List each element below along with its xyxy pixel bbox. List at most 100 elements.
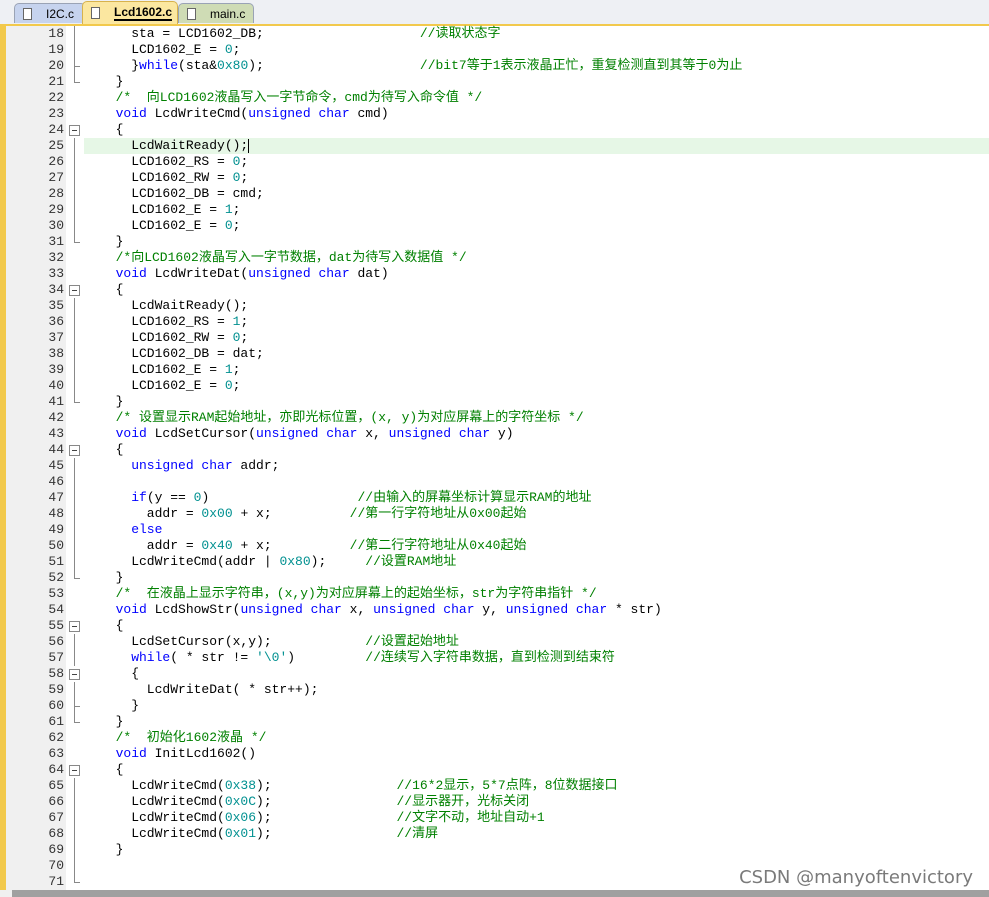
line-number: 61 bbox=[48, 714, 64, 729]
code-token: ); bbox=[256, 826, 397, 841]
line-number: 71 bbox=[48, 874, 64, 889]
code-line[interactable]: 35 LcdWaitReady(); bbox=[6, 298, 989, 314]
keyword: if bbox=[100, 490, 147, 505]
code-line[interactable]: 59 LcdWriteDat( * str++); bbox=[6, 682, 989, 698]
code-token: } bbox=[100, 698, 140, 713]
code-line[interactable]: 54 void LcdShowStr(unsigned char x, unsi… bbox=[6, 602, 989, 618]
fold-guide bbox=[68, 602, 80, 618]
collapse-icon[interactable] bbox=[68, 282, 80, 298]
code-line[interactable]: 69 } bbox=[6, 842, 989, 858]
code-text: sta = LCD1602_DB; //读取状态字 bbox=[84, 26, 989, 42]
code-line[interactable]: 47 if(y == 0) //由输入的屏幕坐标计算显示RAM的地址 bbox=[6, 490, 989, 506]
code-line[interactable]: 32 /*向LCD1602液晶写入一字节数据，dat为待写入数据值 */ bbox=[6, 250, 989, 266]
code-text: LcdWaitReady(); bbox=[84, 298, 989, 314]
line-number: 28 bbox=[48, 186, 64, 201]
code-line[interactable]: 56 LcdSetCursor(x,y); //设置起始地址 bbox=[6, 634, 989, 650]
fold-guide bbox=[68, 730, 80, 746]
code-line[interactable]: 22 /* 向LCD1602液晶写入一字节命令，cmd为待写入命令值 */ bbox=[6, 90, 989, 106]
code-line[interactable]: 37 LCD1602_RW = 0; bbox=[6, 330, 989, 346]
fold-guide bbox=[68, 650, 80, 666]
code-line[interactable]: 68 LcdWriteCmd(0x01); //清屏 bbox=[6, 826, 989, 842]
collapse-icon[interactable] bbox=[68, 666, 80, 682]
horizontal-scrollbar[interactable] bbox=[0, 890, 989, 897]
code-line[interactable]: 42 /* 设置显示RAM起始地址，亦即光标位置，(x, y)为对应屏幕上的字符… bbox=[6, 410, 989, 426]
code-line[interactable]: 52 } bbox=[6, 570, 989, 586]
fold-guide bbox=[68, 362, 80, 378]
code-line[interactable]: 66 LcdWriteCmd(0x0C); //显示器开，光标关闭 bbox=[6, 794, 989, 810]
code-line[interactable]: 65 LcdWriteCmd(0x38); //16*2显示，5*7点阵，8位数… bbox=[6, 778, 989, 794]
tab-lcd1602-c[interactable]: Lcd1602.c bbox=[82, 1, 178, 24]
code-line[interactable]: 43 void LcdSetCursor(unsigned char x, un… bbox=[6, 426, 989, 442]
collapse-icon[interactable] bbox=[68, 122, 80, 138]
code-line[interactable]: 34 { bbox=[6, 282, 989, 298]
scroll-left-button[interactable] bbox=[0, 890, 12, 897]
code-text: void LcdSetCursor(unsigned char x, unsig… bbox=[84, 426, 989, 442]
code-line[interactable]: 46 bbox=[6, 474, 989, 490]
fold-guide bbox=[68, 474, 80, 490]
code-line[interactable]: 51 LcdWriteCmd(addr | 0x80); //设置RAM地址 bbox=[6, 554, 989, 570]
code-line[interactable]: 63 void InitLcd1602() bbox=[6, 746, 989, 762]
code-line[interactable]: 31 } bbox=[6, 234, 989, 250]
code-line[interactable]: 58 { bbox=[6, 666, 989, 682]
line-number: 35 bbox=[48, 298, 64, 313]
code-line[interactable]: 45 unsigned char addr; bbox=[6, 458, 989, 474]
code-token: addr = bbox=[100, 506, 202, 521]
code-token: LCD1602_DB = cmd; bbox=[100, 186, 264, 201]
code-line[interactable]: 62 /* 初始化1602液晶 */ bbox=[6, 730, 989, 746]
code-text: } bbox=[84, 698, 989, 714]
code-token: LCD1602_DB = dat; bbox=[100, 346, 264, 361]
code-line[interactable]: 67 LcdWriteCmd(0x06); //文字不动，地址自动+1 bbox=[6, 810, 989, 826]
code-line[interactable]: 48 addr = 0x00 + x; //第一行字符地址从0x00起始 bbox=[6, 506, 989, 522]
number-literal: 1 bbox=[224, 202, 233, 217]
code-line[interactable]: 19 LCD1602_E = 0; bbox=[6, 42, 989, 58]
code-line[interactable]: 61 } bbox=[6, 714, 989, 730]
file-icon bbox=[187, 7, 196, 20]
code-line[interactable]: 36 LCD1602_RS = 1; bbox=[6, 314, 989, 330]
code-line[interactable]: 28 LCD1602_DB = cmd; bbox=[6, 186, 989, 202]
code-editor[interactable]: 18 sta = LCD1602_DB; //读取状态字 19 LCD1602_E… bbox=[0, 26, 989, 890]
code-line[interactable]: 44 { bbox=[6, 442, 989, 458]
code-text: }while(sta&0x80); //bit7等于1表示液晶正忙，重复检测直到… bbox=[84, 58, 989, 74]
tab-main-c[interactable]: main.c bbox=[178, 3, 254, 23]
fold-guide bbox=[68, 202, 80, 218]
code-line[interactable]: 27 LCD1602_RW = 0; bbox=[6, 170, 989, 186]
code-line[interactable]: 21 } bbox=[6, 74, 989, 90]
code-line[interactable]: 30 LCD1602_E = 0; bbox=[6, 218, 989, 234]
code-line[interactable]: 25 LcdWaitReady(); bbox=[6, 138, 989, 154]
tab-i2c-c[interactable]: I2C.c bbox=[14, 3, 86, 23]
code-line[interactable]: 64 { bbox=[6, 762, 989, 778]
code-line[interactable]: 39 LCD1602_E = 1; bbox=[6, 362, 989, 378]
collapse-icon[interactable] bbox=[68, 762, 80, 778]
keyword: void bbox=[100, 746, 147, 761]
fold-guide bbox=[68, 810, 80, 826]
code-line[interactable]: 50 addr = 0x40 + x; //第二行字符地址从0x40起始 bbox=[6, 538, 989, 554]
code-line[interactable]: 49 else bbox=[6, 522, 989, 538]
code-line[interactable]: 26 LCD1602_RS = 0; bbox=[6, 154, 989, 170]
code-line[interactable]: 33 void LcdWriteDat(unsigned char dat) bbox=[6, 266, 989, 282]
fold-guide bbox=[68, 554, 80, 570]
code-line[interactable]: 23 void LcdWriteCmd(unsigned char cmd) bbox=[6, 106, 989, 122]
code-line[interactable]: 20 }while(sta&0x80); //bit7等于1表示液晶正忙，重复检… bbox=[6, 58, 989, 74]
fold-guide bbox=[68, 714, 80, 730]
fold-guide bbox=[68, 794, 80, 810]
code-line[interactable]: 18 sta = LCD1602_DB; //读取状态字 bbox=[6, 26, 989, 42]
line-number: 41 bbox=[48, 394, 64, 409]
code-line[interactable]: 24 { bbox=[6, 122, 989, 138]
line-number: 36 bbox=[48, 314, 64, 329]
code-line[interactable]: 38 LCD1602_DB = dat; bbox=[6, 346, 989, 362]
code-text: void LcdWriteCmd(unsigned char cmd) bbox=[84, 106, 989, 122]
code-token: { bbox=[100, 442, 124, 457]
number-literal: 0x01 bbox=[224, 826, 257, 841]
code-line[interactable]: 40 LCD1602_E = 0; bbox=[6, 378, 989, 394]
code-line[interactable]: 60 } bbox=[6, 698, 989, 714]
code-line[interactable]: 29 LCD1602_E = 1; bbox=[6, 202, 989, 218]
code-line[interactable]: 53 /* 在液晶上显示字符串，(x,y)为对应屏幕上的起始坐标，str为字符串… bbox=[6, 586, 989, 602]
line-number: 40 bbox=[48, 378, 64, 393]
collapse-icon[interactable] bbox=[68, 442, 80, 458]
code-line[interactable]: 41 } bbox=[6, 394, 989, 410]
code-line[interactable]: 55 { bbox=[6, 618, 989, 634]
keyword: unsigned char bbox=[248, 106, 350, 121]
code-line[interactable]: 57 while( * str != '\0') //连续写入字符串数据，直到检… bbox=[6, 650, 989, 666]
collapse-icon[interactable] bbox=[68, 618, 80, 634]
